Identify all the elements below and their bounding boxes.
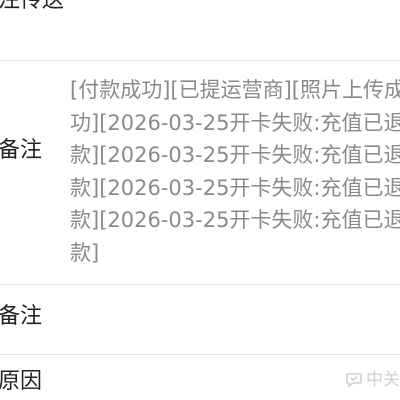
row-remark: 备注 [付款成功][已提运营商][照片上传成功][2026-03-25开卡失败:…: [0, 60, 400, 284]
watermark: 中关: [345, 368, 400, 392]
remark-2-label: 备注: [0, 304, 43, 329]
row-reason: 原因: [0, 354, 400, 400]
row-remark-2: 备注: [0, 284, 400, 354]
row-top-field: 注传送: [0, 0, 400, 60]
order-detail-page: 注传送 备注 [付款成功][已提运营商][照片上传成功][2026-03-25开…: [0, 0, 400, 400]
top-field-label: 注传送: [0, 0, 65, 13]
remark-label: 备注: [0, 138, 43, 163]
reason-label: 原因: [0, 369, 43, 394]
chat-bubble-icon: [346, 373, 362, 388]
watermark-text: 中关: [366, 370, 400, 390]
remark-value: [付款成功][已提运营商][照片上传成功][2026-03-25开卡失败:充值已…: [70, 78, 400, 265]
